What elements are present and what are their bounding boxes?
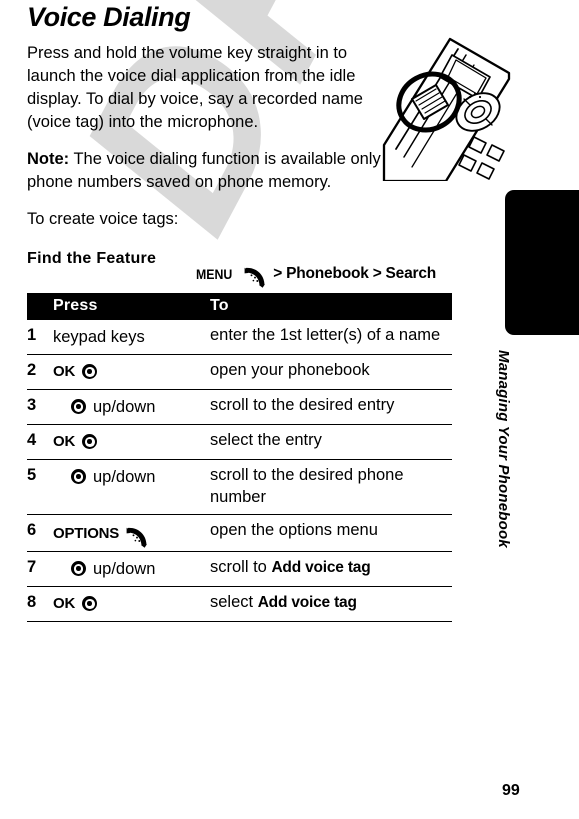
page-title: Voice Dialing bbox=[27, 2, 191, 32]
table-row: 2 OK open your phonebook bbox=[27, 354, 452, 390]
row-number: 6 bbox=[27, 514, 53, 552]
note-text: The voice dialing function is available … bbox=[27, 149, 433, 191]
page-number: 99 bbox=[502, 782, 520, 799]
row-to: scroll to the desired phone number bbox=[210, 459, 452, 515]
press-key-label: OK bbox=[53, 362, 76, 380]
table-row: 6 OPTIONS open the options menu bbox=[27, 514, 452, 552]
row-press: OK bbox=[53, 354, 210, 390]
path-item-search: Search bbox=[385, 264, 437, 282]
nav-ring-icon bbox=[82, 596, 98, 612]
press-content: up/down bbox=[53, 556, 210, 580]
press-label: keypad keys bbox=[53, 327, 145, 346]
to-label: scroll to bbox=[210, 557, 272, 576]
row-press: up/down bbox=[53, 551, 210, 587]
press-content: OK bbox=[53, 591, 210, 615]
to-label: enter the 1st letter(s) of a name bbox=[210, 325, 441, 344]
section-tab-marker bbox=[505, 190, 579, 335]
path-separator-2: > bbox=[372, 264, 382, 282]
press-content: OPTIONS bbox=[53, 519, 210, 548]
row-press: up/down bbox=[53, 459, 210, 515]
note-label: Note: bbox=[27, 149, 70, 168]
nav-ring-icon bbox=[82, 434, 98, 450]
press-content: OK bbox=[53, 359, 210, 383]
steps-table: Press To 1 keypad keys enter the 1st let… bbox=[27, 292, 452, 622]
to-label: select bbox=[210, 592, 258, 611]
row-to: scroll to Add voice tag bbox=[210, 551, 452, 587]
row-number: 7 bbox=[27, 551, 53, 587]
table-row: 8 OK select Add voice tag bbox=[27, 586, 452, 622]
row-number: 1 bbox=[27, 319, 53, 355]
intro-paragraph: Press and hold the volume key straight i… bbox=[27, 43, 363, 131]
table-row: 3 up/down scroll to the desired entry bbox=[27, 389, 452, 425]
section-running-title: Managing Your Phonebook bbox=[495, 350, 512, 548]
row-press: up/down bbox=[53, 389, 210, 425]
phone-volume-key-illustration bbox=[378, 33, 512, 181]
find-the-feature-block: Find the Feature MENU > Phonebook > Sear… bbox=[27, 249, 452, 288]
row-to: open your phonebook bbox=[210, 354, 452, 390]
steps-table-header: Press To bbox=[27, 292, 452, 320]
to-label: select the entry bbox=[210, 430, 322, 449]
to-label: open the options menu bbox=[210, 520, 378, 539]
to-menu-item: Add voice tag bbox=[271, 558, 371, 576]
row-press: OPTIONS bbox=[53, 514, 210, 552]
nav-ring-icon bbox=[71, 399, 86, 415]
table-row: 7 up/down scroll to Add voice tag bbox=[27, 551, 452, 587]
find-the-feature-label: Find the Feature bbox=[27, 249, 157, 267]
row-to: select Add voice tag bbox=[210, 586, 452, 622]
header-to: To bbox=[210, 292, 452, 320]
row-number: 5 bbox=[27, 459, 53, 515]
row-to: open the options menu bbox=[210, 514, 452, 552]
press-content: keypad keys bbox=[53, 324, 210, 348]
path-item-phonebook: Phonebook bbox=[286, 264, 369, 282]
row-number: 8 bbox=[27, 586, 53, 622]
header-number bbox=[27, 292, 53, 320]
page-root: Managing Your Phonebook 99 Voice Dialing… bbox=[0, 0, 579, 819]
to-menu-item: Add voice tag bbox=[257, 593, 357, 611]
row-press: keypad keys bbox=[53, 319, 210, 355]
nav-ring-icon bbox=[71, 469, 86, 485]
press-content: OK bbox=[53, 429, 210, 453]
press-direction-label: up/down bbox=[93, 467, 156, 486]
table-row: 5 up/down scroll to the desired phone nu… bbox=[27, 459, 452, 515]
row-to: scroll to the desired entry bbox=[210, 389, 452, 425]
table-header-row: Press To bbox=[27, 292, 452, 320]
row-to: select the entry bbox=[210, 424, 452, 460]
softkey-icon bbox=[124, 526, 150, 548]
path-separator-1: > bbox=[273, 264, 283, 282]
nav-ring-icon bbox=[71, 561, 86, 577]
press-direction-label: up/down bbox=[93, 559, 156, 578]
steps-table-body: 1 keypad keys enter the 1st letter(s) of… bbox=[27, 319, 452, 622]
press-key-label: OPTIONS bbox=[53, 524, 120, 542]
to-label: open your phonebook bbox=[210, 360, 370, 379]
menu-softkey-label: MENU bbox=[196, 265, 233, 282]
menu-path: MENU > Phonebook > Search bbox=[196, 263, 437, 288]
lead-in-paragraph: To create voice tags: bbox=[27, 209, 179, 228]
press-direction-label: up/down bbox=[93, 397, 156, 416]
row-number: 3 bbox=[27, 389, 53, 425]
to-label: scroll to the desired entry bbox=[210, 395, 395, 414]
softkey-icon bbox=[242, 266, 268, 288]
press-key-label: OK bbox=[53, 432, 76, 450]
row-press: OK bbox=[53, 424, 210, 460]
table-row: 1 keypad keys enter the 1st letter(s) of… bbox=[27, 319, 452, 355]
row-number: 2 bbox=[27, 354, 53, 390]
row-to: enter the 1st letter(s) of a name bbox=[210, 319, 452, 355]
press-content: up/down bbox=[53, 464, 210, 488]
header-press: Press bbox=[53, 292, 210, 320]
press-key-label: OK bbox=[53, 594, 76, 612]
nav-ring-icon bbox=[82, 364, 98, 380]
row-press: OK bbox=[53, 586, 210, 622]
press-content: up/down bbox=[53, 394, 210, 418]
row-number: 4 bbox=[27, 424, 53, 460]
to-label: scroll to the desired phone number bbox=[210, 465, 404, 506]
table-row: 4 OK select the entry bbox=[27, 424, 452, 460]
